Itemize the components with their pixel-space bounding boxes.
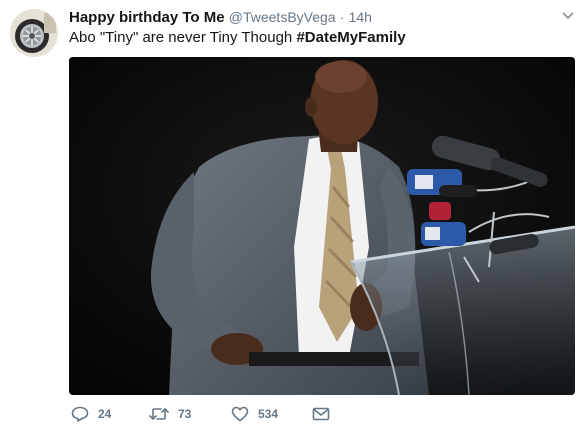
tweet-header: Happy birthday To Me @TweetsByVega · 14h [69,7,554,27]
tweet-text-body: Abo "Tiny" are never Tiny Though [69,29,297,46]
tweet-text: Abo "Tiny" are never Tiny Though #DateMy… [69,28,406,48]
chevron-down-icon[interactable] [561,11,575,21]
tweet-actions: 24 73 534 [69,404,369,424]
reply-count: 24 [98,407,112,421]
envelope-icon [312,407,330,421]
reply-icon [71,406,89,422]
hashtag-link[interactable]: #DateMyFamily [296,29,405,46]
like-button[interactable]: 534 [231,404,278,424]
retweet-icon [149,408,169,420]
user-handle[interactable]: @TweetsByVega [229,9,336,25]
retweet-count: 73 [178,407,192,421]
tweet-photo[interactable] [69,57,575,395]
avatar[interactable] [10,9,58,57]
direct-message-button[interactable] [312,404,330,424]
retweet-button[interactable]: 73 [149,404,191,424]
heart-icon [231,406,249,422]
tweet[interactable]: Happy birthday To Me @TweetsByVega · 14h… [0,0,584,430]
reply-button[interactable]: 24 [71,404,111,424]
separator-dot: · [339,9,345,25]
display-name[interactable]: Happy birthday To Me [69,9,225,26]
car-wheel-icon [10,9,58,57]
photo-icon [69,57,575,395]
timestamp[interactable]: 14h [349,9,372,25]
like-count: 534 [258,407,279,421]
